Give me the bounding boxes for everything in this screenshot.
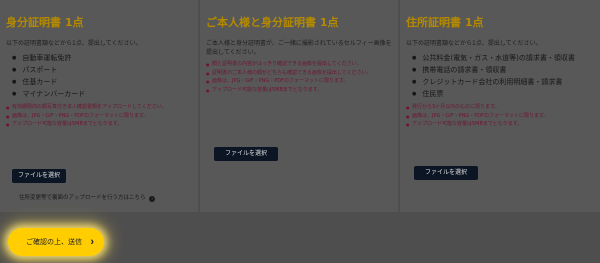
submit-area: ご確認の上、送信 › [8,228,104,256]
list-item: マイナンバーカード [12,88,192,100]
list-item: 住民票 [412,88,594,100]
list-item: 自動車運転免許 [12,52,192,64]
card-intro: 以下の証明書類などから1点、提出してください。 [406,40,542,47]
back-side-upload-link[interactable]: 住所変更等で裏面のアップロードを行う方はこちら › [19,193,156,202]
note-item: 証明書のご本人様の顔がどちらも確認できる画像を提出してください。 [206,70,392,78]
note-item: 画像は、JPG・GIF・PNG・PDFのフォーマットに限ります。 [206,78,392,86]
notes-list: 発行から3ヶ月以内のものに限ります。 画像は、JPG・GIF・PNG・PDFのフ… [406,104,594,129]
choose-file-button[interactable]: ファイルを選択 [214,147,278,161]
list-item: パスポート [12,64,192,76]
note-item: 画像は、JPG・GIF・PNG・PDFのフォーマットに限ります。 [6,113,192,121]
selfie-card: ご本人様と身分証明書 1点 ご本人様と身分証明書が、ご一緒に撮影されているセルフ… [200,0,398,212]
card-title: 住所証明書 1点 [406,16,484,29]
document-list: 自動車運転免許 パスポート 住基カード マイナンバーカード [6,52,192,100]
submit-label[interactable]: ご確認の上、送信 [26,237,82,247]
choose-file-button[interactable]: ファイルを選択 [414,166,478,180]
list-item: クレジットカード会社の利用明細書・請求書 [412,76,594,88]
note-item: 画像は、JPG・GIF・PNG・PDFのフォーマットに限ります。 [406,113,594,121]
arrow-icon: › [149,196,156,202]
document-list: 公共料金(電気・ガス・水道等)の請求書・領収書 携帯電話の請求書・領収書 クレジ… [406,52,594,100]
chevron-right-icon: › [90,236,94,248]
document-upload-cards: 身分証明書 1点 以下の証明書類などから1点、提出してください。 自動車運転免許… [0,0,600,215]
note-item: アップロード可能な容量は5MBまでとなります。 [206,87,392,95]
submit-button[interactable]: ご確認の上、送信 › [8,228,104,256]
link-text[interactable]: 住所変更等で裏面のアップロードを行う方はこちら [19,195,146,201]
card-intro: ご本人様と身分証明書が、ご一緒に撮影されているセルフィー画像を提出してください。 [206,40,392,56]
notes-list: 有効期限内の顔写真付き本人確認書類をアップロードしてください。 画像は、JPG・… [6,104,192,129]
list-item: 住基カード [12,76,192,88]
list-item: 公共料金(電気・ガス・水道等)の請求書・領収書 [412,52,594,64]
note-item: アップロード可能な容量は5MBまでとなります。 [6,121,192,129]
card-intro: 以下の証明書類などから1点、提出してください。 [6,40,142,47]
note-item: 有効期限内の顔写真付き本人確認書類をアップロードしてください。 [6,104,192,112]
address-document-card: 住所証明書 1点 以下の証明書類などから1点、提出してください。 公共料金(電気… [400,0,600,212]
identity-document-card: 身分証明書 1点 以下の証明書類などから1点、提出してください。 自動車運転免許… [0,0,198,212]
note-item: 発行から3ヶ月以内のものに限ります。 [406,104,594,112]
card-title: 身分証明書 1点 [6,16,84,29]
choose-file-button[interactable]: ファイルを選択 [12,169,66,183]
list-item: 携帯電話の請求書・領収書 [412,64,594,76]
card-title: ご本人様と身分証明書 1点 [206,16,339,29]
notes-list: 顔と証明書の内容がはっきり確認できる画像を提出してください。 証明書のご本人様の… [206,61,392,94]
note-item: アップロード可能な容量は5MBまでとなります。 [406,121,594,129]
note-item: 顔と証明書の内容がはっきり確認できる画像を提出してください。 [206,61,392,69]
